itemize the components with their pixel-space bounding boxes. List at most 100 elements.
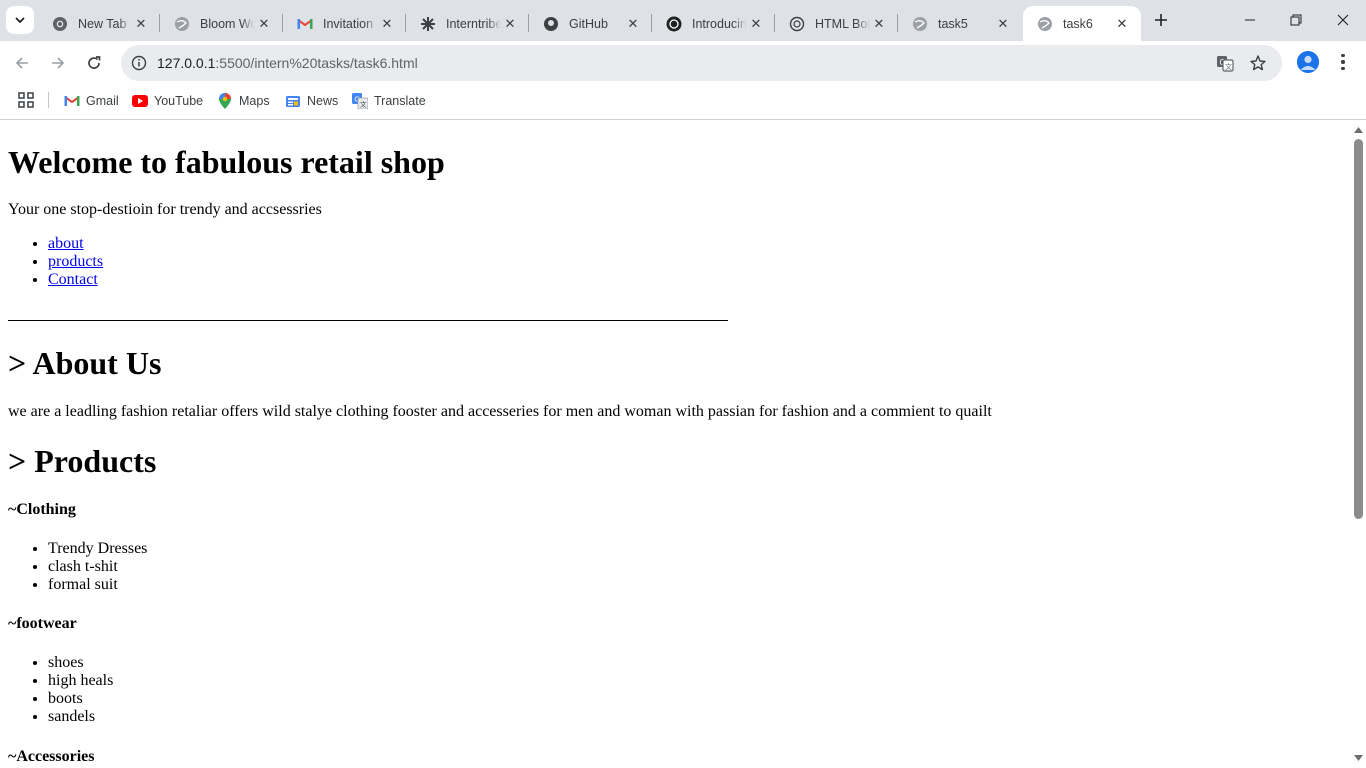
category-heading-clothing: ~Clothing: [8, 501, 76, 518]
bookmark-label: Maps: [239, 94, 270, 108]
translate-icon[interactable]: G文: [1215, 53, 1235, 73]
openai-icon: [789, 16, 805, 32]
bookmark-youtube[interactable]: YouTube: [132, 91, 203, 111]
interntribe-icon: [420, 16, 436, 32]
translate-icon: G文: [352, 93, 368, 109]
nav-list: about products Contact: [48, 235, 103, 289]
category-heading-footwear: ~footwear: [8, 615, 77, 632]
plus-icon: [1155, 14, 1167, 26]
info-icon[interactable]: [130, 54, 148, 72]
list-item: sandels: [48, 708, 113, 726]
tab-task5[interactable]: task5 ✕: [898, 6, 1022, 41]
arrow-right-icon: [52, 57, 65, 69]
url-host: 127.0.0.1: [157, 55, 216, 71]
close-icon[interactable]: ✕: [747, 15, 765, 33]
tab-invitation[interactable]: Invitation ✕: [283, 6, 406, 41]
tab-title: Bloom Work: [200, 16, 255, 31]
bookmark-news[interactable]: News: [285, 91, 338, 111]
reload-icon: [88, 56, 101, 69]
apps-grid-icon[interactable]: [18, 92, 34, 108]
page-tagline: Your one stop-destioin for trendy and ac…: [8, 201, 322, 218]
tab-new-tab[interactable]: New Tab ✕: [38, 6, 160, 41]
bookmark-label: Gmail: [86, 94, 119, 108]
category-heading-accessories: ~Accessories: [8, 748, 95, 765]
nav-link-about[interactable]: about: [48, 235, 84, 252]
bookmark-maps[interactable]: Maps: [217, 91, 270, 111]
nav-item: Contact: [48, 271, 103, 289]
close-icon[interactable]: ✕: [870, 15, 888, 33]
more-menu-icon[interactable]: [1333, 49, 1353, 75]
page-viewport: Welcome to fabulous retail shop Your one…: [0, 121, 1351, 768]
list-item: clash t-shit: [48, 558, 147, 576]
tab-introducing[interactable]: Introducing ✕: [652, 6, 775, 41]
tab-task6[interactable]: task6 ✕: [1023, 6, 1141, 41]
close-icon[interactable]: ✕: [1113, 15, 1131, 33]
tab-title: HTML Boilerplate: [815, 16, 870, 31]
restore-button[interactable]: [1273, 0, 1319, 40]
arrow-left-icon: [15, 57, 28, 69]
tab-title: New Tab: [78, 16, 127, 31]
nav-link-products[interactable]: products: [48, 253, 103, 270]
tab-title: Introducing: [692, 16, 747, 31]
maps-icon: [217, 93, 233, 109]
reload-button[interactable]: [78, 47, 110, 79]
page-scrollbar[interactable]: [1351, 121, 1366, 768]
list-item: high heals: [48, 672, 113, 690]
list-item: boots: [48, 690, 113, 708]
page-title: Welcome to fabulous retail shop: [8, 144, 445, 180]
close-icon[interactable]: ✕: [255, 15, 273, 33]
footwear-list: shoes high heals boots sandels: [48, 654, 113, 726]
nav-item: about: [48, 235, 103, 253]
url-path: :5500/intern%20tasks/task6.html: [215, 55, 418, 71]
tab-title: task6: [1063, 16, 1093, 31]
star-icon[interactable]: [1248, 53, 1268, 73]
tab-search-button[interactable]: [6, 6, 34, 34]
scroll-up-icon[interactable]: [1354, 125, 1363, 134]
tab-title: task5: [938, 16, 968, 31]
bookmark-gmail[interactable]: Gmail: [64, 91, 119, 111]
minimize-button[interactable]: [1227, 0, 1273, 40]
scrollbar-thumb[interactable]: [1354, 139, 1363, 519]
close-window-button[interactable]: [1320, 0, 1366, 40]
openai-icon: [666, 16, 682, 32]
bookmark-label: News: [307, 94, 339, 108]
chrome-icon: [52, 16, 68, 32]
scroll-down-icon[interactable]: [1354, 753, 1363, 762]
about-text: we are a leadling fashion retaliar offer…: [8, 403, 992, 420]
close-icon[interactable]: ✕: [624, 15, 642, 33]
tab-bloom-work[interactable]: Bloom Work ✕: [160, 6, 283, 41]
forward-button[interactable]: [42, 47, 74, 79]
list-item: shoes: [48, 654, 113, 672]
back-button[interactable]: [6, 47, 38, 79]
tab-html-boilerplate[interactable]: HTML Boilerplate ✕: [775, 6, 898, 41]
close-icon[interactable]: ✕: [378, 15, 396, 33]
tab-title: GitHub: [569, 16, 608, 31]
svg-text:文: 文: [1225, 62, 1232, 71]
new-tab-button[interactable]: [1149, 8, 1173, 32]
clothing-list: Trendy Dresses clash t-shit formal suit: [48, 540, 147, 594]
profile-avatar[interactable]: [1297, 51, 1319, 73]
minimize-icon: [1245, 19, 1255, 21]
gmail-icon: [297, 16, 313, 32]
close-icon[interactable]: ✕: [132, 15, 150, 33]
bookmarks-separator: [48, 92, 49, 108]
bookmark-translate[interactable]: G文 Translate: [352, 91, 426, 111]
address-bar[interactable]: 127.0.0.1:5500/intern%20tasks/task6.html…: [121, 45, 1282, 81]
list-item: formal suit: [48, 576, 147, 594]
restore-icon: [1290, 14, 1302, 26]
nav-item: products: [48, 253, 103, 271]
close-icon[interactable]: ✕: [994, 15, 1012, 33]
globe-icon: [174, 16, 190, 32]
url-text[interactable]: 127.0.0.1:5500/intern%20tasks/task6.html: [157, 55, 418, 71]
tab-interntribe[interactable]: Interntribe ✕: [406, 6, 529, 41]
products-heading: > Products: [8, 443, 157, 479]
list-item: Trendy Dresses: [48, 540, 147, 558]
tab-github[interactable]: GitHub ✕: [529, 6, 652, 41]
globe-icon: [1037, 16, 1053, 32]
bookmark-label: Translate: [374, 94, 426, 108]
globe-icon: [912, 16, 928, 32]
svg-text:文: 文: [360, 100, 367, 109]
news-icon: [285, 93, 301, 109]
close-icon[interactable]: ✕: [501, 15, 519, 33]
nav-link-contact[interactable]: Contact: [48, 271, 98, 288]
